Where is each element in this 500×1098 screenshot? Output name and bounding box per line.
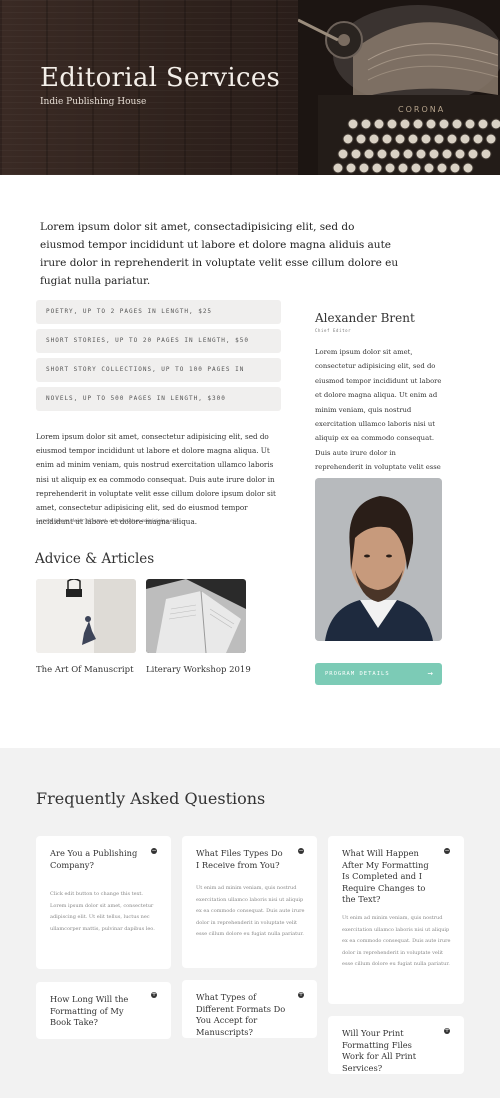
manuscript-image xyxy=(36,579,136,653)
typewriter-brand: CORONA xyxy=(398,105,445,114)
collapse-icon[interactable]: − xyxy=(444,848,450,854)
faq-item-different-formats[interactable]: What Types of Different Formats Do You A… xyxy=(182,980,317,1038)
faq-answer: Ut enim ad minim veniam, quis nostrud ex… xyxy=(342,915,451,967)
expand-icon[interactable]: + xyxy=(444,1028,450,1034)
faq-answer: Ut enim ad minim veniam, quis nostrud ex… xyxy=(196,885,305,937)
article-image-manuscript[interactable] xyxy=(36,579,136,653)
article-image-workshop[interactable] xyxy=(146,579,246,653)
faq-item-after-formatting[interactable]: What Will Happen After My Formatting Is … xyxy=(328,836,464,1004)
author-role: Chief Editor xyxy=(315,328,352,333)
expand-icon[interactable]: + xyxy=(151,992,157,998)
advice-heading: Advice & Articles xyxy=(35,551,155,567)
expand-icon[interactable]: + xyxy=(298,992,304,998)
program-details-button[interactable]: PROGRAM DETAILS → xyxy=(315,663,442,685)
faq-heading: Frequently Asked Questions xyxy=(36,789,266,808)
faq-item-publishing-company[interactable]: Are You a Publishing Company? − Click ed… xyxy=(36,836,171,969)
page-subtitle: Indie Publishing House xyxy=(40,97,147,107)
author-portrait xyxy=(315,478,442,641)
collapse-icon[interactable]: − xyxy=(151,848,157,854)
author-photo xyxy=(315,478,442,641)
hero-banner: CORONA Editorial Services Indie Publishi… xyxy=(0,0,500,175)
faq-question[interactable]: Are You a Publishing Company? xyxy=(50,848,145,871)
faq-answer: Click edit button to change this text. L… xyxy=(50,891,155,932)
intro-paragraph: Lorem ipsum dolor sit amet, consectadipi… xyxy=(40,221,399,287)
body-paragraph: Lorem ipsum dolor sit amet, consectetur … xyxy=(36,432,276,527)
faq-item-print-services[interactable]: Will Your Print Formatting Files Work fo… xyxy=(328,1016,464,1074)
price-item-short-stories: SHORT STORIES, UP TO 20 PAGES IN LENGTH,… xyxy=(36,329,281,353)
article-title-manuscript[interactable]: The Art Of Manuscript xyxy=(36,665,134,675)
collapse-icon[interactable]: − xyxy=(298,848,304,854)
page-title: Editorial Services xyxy=(40,63,281,93)
author-bio: Lorem ipsum dolor sit amet, consectetur … xyxy=(315,348,442,486)
price-item-poetry: POETRY, UP TO 2 PAGES IN LENGTH, $25 xyxy=(36,300,281,324)
program-details-label: PROGRAM DETAILS xyxy=(325,671,390,677)
open-book-image xyxy=(146,579,246,653)
faq-question[interactable]: Will Your Print Formatting Files Work fo… xyxy=(342,1028,432,1074)
author-name: Alexander Brent xyxy=(315,311,415,325)
faq-item-file-types[interactable]: What Files Types Do I Receive from You? … xyxy=(182,836,317,968)
faq-question[interactable]: What Files Types Do I Receive from You? xyxy=(196,848,286,871)
faq-item-formatting-time[interactable]: How Long Will the Formatting of My Book … xyxy=(36,982,171,1039)
faq-question[interactable]: What Will Happen After My Formatting Is … xyxy=(342,848,437,906)
price-item-novels: NOVELS, UP TO 500 PAGES IN LENGTH, $300 xyxy=(36,387,281,411)
body-caption: Lorem ipsum dolor sit amet, consectetur … xyxy=(36,518,180,524)
faq-question[interactable]: How Long Will the Formatting of My Book … xyxy=(50,994,145,1029)
article-title-workshop[interactable]: Literary Workshop 2019 xyxy=(146,665,251,675)
typewriter-image: CORONA xyxy=(298,0,500,175)
faq-question[interactable]: What Types of Different Formats Do You A… xyxy=(196,992,291,1038)
price-item-collections: SHORT STORY COLLECTIONS, UP TO 100 PAGES… xyxy=(36,358,281,397)
arrow-right-icon: → xyxy=(427,669,434,679)
